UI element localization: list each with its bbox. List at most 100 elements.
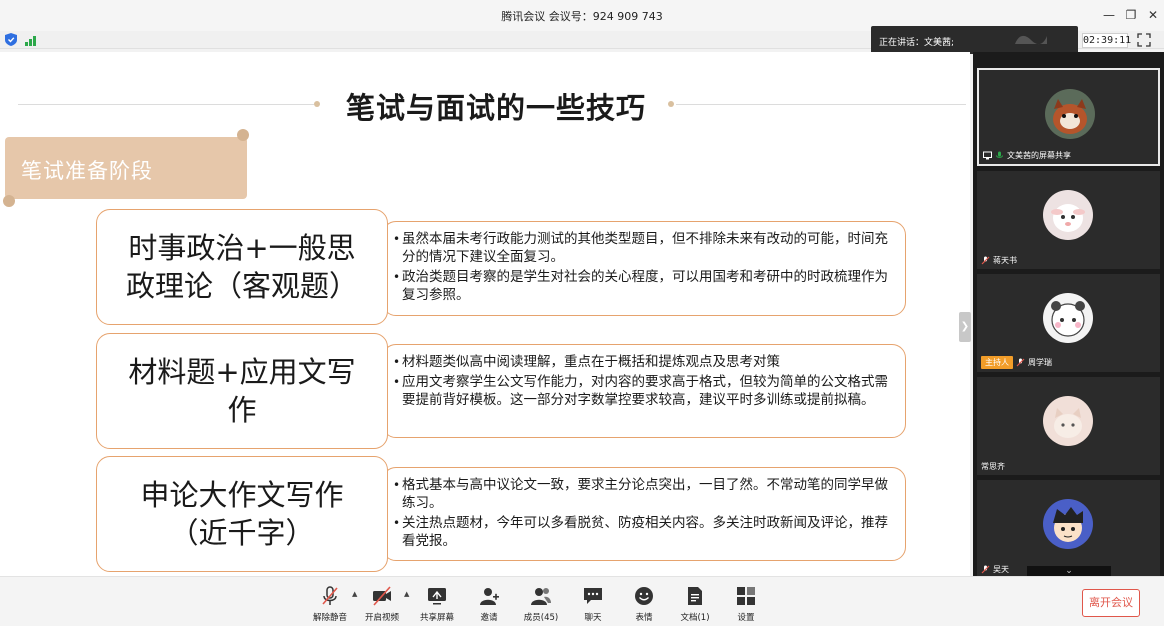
emoji-button[interactable]: 表情: [619, 585, 669, 623]
bottom-toolbar: 解除静音 ▲ 开启视频 ▲ 共享屏幕 邀请 成员(45) 聊天 表情 文档(1)…: [0, 576, 1164, 626]
scroll-down-chevron-icon[interactable]: ⌄: [1027, 566, 1111, 576]
topic-line: 时事政治+一般思: [128, 231, 356, 265]
red-panda-avatar-icon: [1045, 89, 1095, 139]
topic-line: 作: [227, 393, 257, 427]
toolbar-label: 开启视频: [364, 613, 399, 623]
tip-box: 格式基本与高中议论文一致，要求主分论点突出，一目了然。不常动笔的同学早做练习。 …: [382, 467, 906, 561]
signal-icon[interactable]: [25, 34, 39, 46]
toolbar-label: 邀请: [480, 613, 498, 623]
share-screen-button[interactable]: 共享屏幕: [412, 585, 462, 623]
mic-muted-icon: [1016, 358, 1025, 367]
avatar: [1043, 190, 1093, 240]
goat-avatar-icon: [1043, 190, 1093, 240]
banner-curl: [237, 129, 249, 141]
participant-name: 蒋天书: [993, 256, 1017, 265]
topic-line: 申论大作文写作: [140, 478, 344, 512]
meeting-timer: 02:39:11: [1082, 33, 1132, 48]
participant-name-row: 蒋天书: [981, 255, 1017, 266]
participant-name: 周学瑞: [1028, 358, 1052, 367]
shared-slide: 笔试与面试的一些技巧 笔试准备阶段 虽然本届未考行政能力测试的其他类型题目，但不…: [0, 52, 970, 576]
tip-bullet: 关注热点题材，今年可以多看脱贫、防疫相关内容。多关注时政新闻及评论，推荐看党报。: [393, 514, 891, 550]
title-dot-right: [668, 101, 674, 107]
topic-box: 时事政治+一般思 政理论（客观题）: [96, 209, 388, 325]
mic-muted-icon: [981, 256, 990, 265]
participant-name-row: 常思齐: [981, 461, 1005, 472]
members-button[interactable]: 成员(45): [516, 585, 566, 623]
minimize-icon[interactable]: —: [1099, 6, 1119, 24]
window-title: 腾讯会议 会议号：924 909 743: [501, 10, 663, 23]
unmute-button[interactable]: 解除静音: [305, 585, 355, 623]
tip-bullet: 格式基本与高中议论文一致，要求主分论点突出，一目了然。不常动笔的同学早做练习。: [393, 476, 891, 512]
title-dot-left: [314, 101, 320, 107]
participant-name-row: 吴天: [981, 564, 1009, 575]
participant-name-row: 主持人 周学瑞: [981, 356, 1052, 369]
mic-muted-icon: [981, 565, 990, 574]
participant-tile[interactable]: 吴天: [977, 480, 1160, 578]
host-badge: 主持人: [981, 356, 1013, 369]
fullscreen-icon[interactable]: [1137, 33, 1151, 47]
avatar: [1045, 89, 1095, 139]
share-screen-icon: [428, 588, 446, 605]
topic-line: 政理论（客观题）: [125, 269, 358, 303]
document-icon: [688, 587, 702, 605]
tip-bullet: 材料题类似高中阅读理解，重点在于概括和提炼观点及思考对策: [393, 353, 891, 371]
toolbar-label: 共享屏幕: [419, 613, 454, 623]
participant-name: 常思齐: [981, 462, 1005, 471]
mic-on-icon: [996, 151, 1003, 158]
emoji-icon: [635, 587, 653, 605]
toolbar-label: 表情: [635, 613, 653, 623]
banner-label: 笔试准备阶段: [21, 159, 153, 183]
toolbar-label: 成员(45): [523, 613, 559, 623]
cartoon-panda-avatar-icon: [1043, 293, 1093, 343]
cartoon-boy-avatar-icon: [1043, 499, 1093, 549]
start-video-button[interactable]: 开启视频: [357, 585, 407, 623]
title-divider-right: [676, 104, 966, 105]
toolbar-label: 文档(1): [680, 613, 710, 623]
mic-muted-icon: [322, 586, 338, 605]
toolbar-label: 解除静音: [312, 613, 347, 623]
slide-title: 笔试与面试的一些技巧: [345, 91, 646, 125]
tencent-meeting-logo-icon: [1015, 35, 1047, 45]
section-banner: 笔试准备阶段: [3, 129, 249, 207]
meeting-window: 腾讯会议 会议号：924 909 743 — ❐ ✕ 正在讲话：文美茜; 02:…: [0, 0, 1164, 626]
avatar: [1043, 499, 1093, 549]
avatar: [1043, 293, 1093, 343]
toolbar-label: 设置: [737, 613, 755, 623]
settings-button[interactable]: 设置: [721, 585, 771, 623]
leave-meeting-button[interactable]: 离开会议: [1082, 589, 1140, 617]
camera-off-icon: [373, 586, 391, 606]
participant-tile[interactable]: 文美茜的屏幕共享: [977, 68, 1160, 166]
participant-name: 文美茜的屏幕共享: [1007, 151, 1071, 160]
toolbar-label: 聊天: [584, 613, 602, 623]
title-divider-left: [18, 104, 314, 105]
tip-bullet: 政治类题目考察的是学生对社会的关心程度，可以用国考和考研中的时政梳理作为复习参照…: [393, 268, 891, 304]
speaking-indicator: 正在讲话：文美茜;: [871, 26, 1078, 54]
participant-name-row: 文美茜的屏幕共享: [983, 150, 1071, 161]
restore-icon[interactable]: ❐: [1121, 6, 1141, 24]
shield-icon[interactable]: [5, 33, 17, 46]
invite-icon: [480, 588, 499, 605]
participant-tile[interactable]: 常思齐: [977, 377, 1160, 475]
tip-box: 虽然本届未考行政能力测试的其他类型题目，但不排除未来有改动的可能，时间充分的情况…: [382, 221, 906, 316]
documents-button[interactable]: 文档(1): [670, 585, 720, 623]
participant-tile[interactable]: 蒋天书: [977, 171, 1160, 269]
invite-button[interactable]: 邀请: [464, 585, 514, 623]
tip-box: 材料题类似高中阅读理解，重点在于概括和提炼观点及思考对策 应用文考察学生公文写作…: [382, 344, 906, 438]
topic-line: 材料题+应用文写: [128, 355, 356, 389]
settings-icon: [737, 587, 755, 605]
video-options-caret-icon[interactable]: ▲: [404, 590, 409, 598]
topic-box: 申论大作文写作 （近千字）: [96, 456, 388, 572]
participant-tile[interactable]: 主持人 周学瑞: [977, 274, 1160, 372]
cat-avatar-icon: [1043, 396, 1093, 446]
avatar: [1043, 396, 1093, 446]
chat-button[interactable]: 聊天: [568, 585, 618, 623]
banner-curl: [3, 195, 15, 207]
members-icon: [531, 588, 551, 605]
tip-bullet: 应用文考察学生公文写作能力，对内容的要求高于格式，但较为简单的公文格式需要提前背…: [393, 373, 891, 409]
tip-bullet: 虽然本届未考行政能力测试的其他类型题目，但不排除未来有改动的可能，时间充分的情况…: [393, 230, 891, 266]
screen-share-icon: [983, 151, 992, 160]
speaking-text: 正在讲话：文美茜;: [879, 38, 955, 48]
topic-line: （近千字）: [169, 516, 315, 550]
collapse-sidebar-chevron-icon[interactable]: ❯: [959, 312, 971, 342]
close-icon[interactable]: ✕: [1143, 6, 1163, 24]
